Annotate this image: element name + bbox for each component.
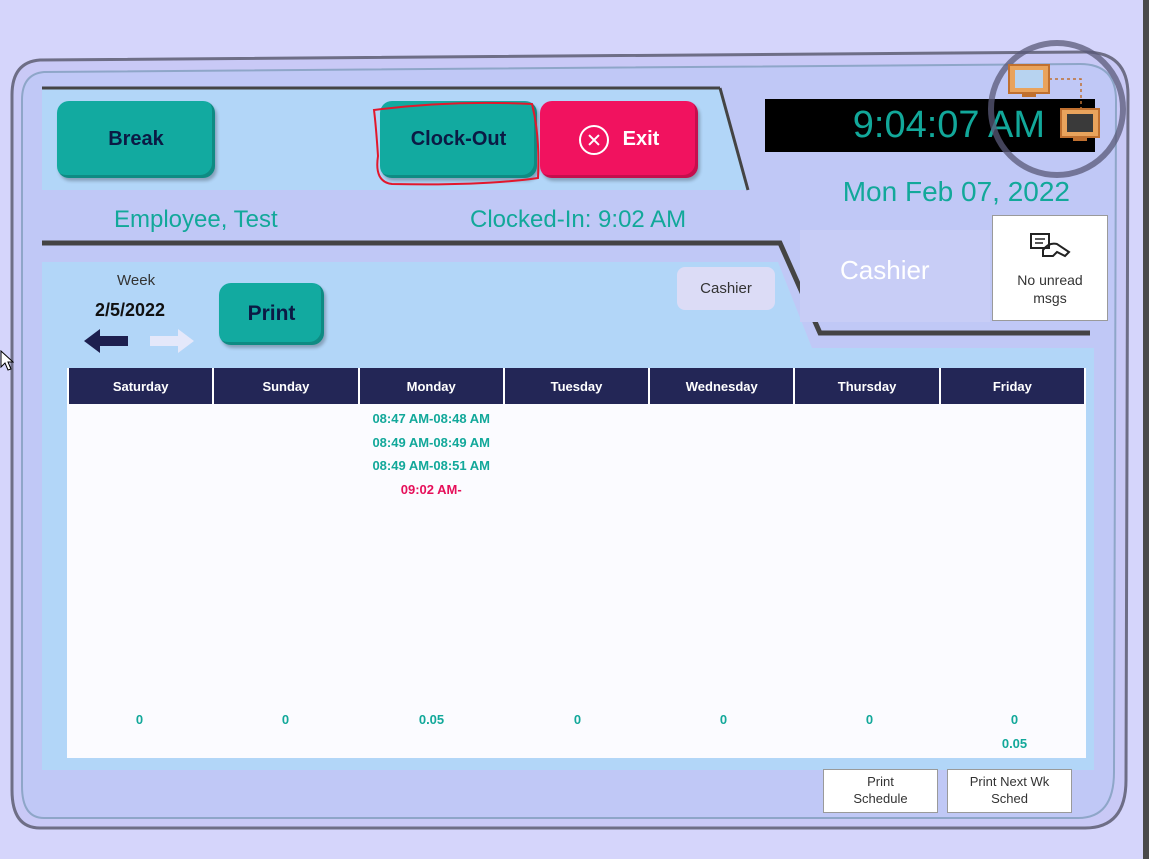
day-total: 0.05 (418, 712, 445, 727)
day-header: Wednesday (648, 368, 796, 404)
day-header: Thursday (793, 368, 941, 404)
day-cell-saturday (68, 404, 213, 704)
time-entry: 08:47 AM-08:48 AM (372, 411, 490, 426)
day-cell-tuesday (504, 404, 649, 704)
annotation-circle (372, 101, 540, 186)
print-next-week-button[interactable]: Print Next Wk Sched (947, 769, 1072, 813)
print-schedule-label: Print Schedule (853, 774, 908, 806)
day-cell-sunday (213, 404, 358, 704)
day-total: 0 (865, 712, 874, 727)
day-header: Tuesday (502, 368, 651, 404)
break-button[interactable]: Break (57, 101, 215, 178)
schedule-header-row: Saturday Sunday Monday Tuesday Wednesday… (66, 368, 1087, 404)
day-header: Friday (938, 368, 1087, 404)
messages-button[interactable]: No unread msgs (992, 215, 1108, 321)
messages-hand-icon (1030, 233, 1071, 258)
time-entry: 08:49 AM-08:49 AM (372, 434, 490, 450)
prev-week-arrow-icon[interactable] (82, 326, 132, 356)
employee-name: Employee, Test (114, 206, 278, 233)
schedule-table: Saturday Sunday Monday Tuesday Wednesday… (66, 368, 1087, 704)
break-label: Break (108, 128, 164, 150)
exit-icon (578, 124, 609, 155)
role-chip: Cashier (677, 267, 775, 310)
day-header: Saturday (66, 368, 215, 404)
messages-text: No unread msgs (1017, 272, 1083, 306)
window-edge (1143, 0, 1149, 859)
schedule-grid: Saturday Sunday Monday Tuesday Wednesday… (66, 368, 1087, 758)
day-cell-monday: 08:47 AM-08:48 AM 08:49 AM-08:49 AM 08:4… (359, 404, 504, 704)
exit-button[interactable]: Exit (540, 101, 698, 178)
role-chip-label: Cashier (700, 280, 752, 297)
day-header: Sunday (212, 368, 360, 404)
week-label: Week (117, 272, 156, 289)
print-next-week-label: Print Next Wk Sched (969, 774, 1050, 806)
print-label: Print (247, 302, 296, 325)
day-total: 0 (1010, 712, 1019, 727)
next-week-arrow-icon[interactable] (146, 326, 196, 356)
remote-connection-icon (988, 40, 1126, 178)
day-total: 0 (573, 712, 582, 727)
day-cell-friday (940, 404, 1085, 704)
day-total: 0 (719, 712, 728, 727)
day-total: 0 (281, 712, 290, 727)
print-schedule-button[interactable]: Print Schedule (823, 769, 938, 813)
day-header: Monday (357, 368, 505, 404)
week-total: 0.05 (1001, 736, 1028, 751)
week-date: 2/5/2022 (95, 300, 166, 320)
current-date: Mon Feb 07, 2022 (842, 176, 1070, 207)
schedule-entries-row: 08:47 AM-08:48 AM 08:49 AM-08:49 AM 08:4… (68, 404, 1085, 704)
exit-label: Exit (622, 128, 660, 150)
day-cell-wednesday (649, 404, 794, 704)
print-button[interactable]: Print (219, 283, 324, 345)
clocked-in-time: Clocked-In: 9:02 AM (470, 206, 687, 233)
day-cell-thursday (794, 404, 939, 704)
day-total: 0 (135, 712, 144, 727)
role-label: Cashier (840, 255, 930, 285)
mouse-cursor-icon (0, 350, 14, 371)
time-entry: 08:49 AM-08:51 AM (372, 458, 490, 473)
time-entry-open: 09:02 AM- (400, 481, 462, 497)
